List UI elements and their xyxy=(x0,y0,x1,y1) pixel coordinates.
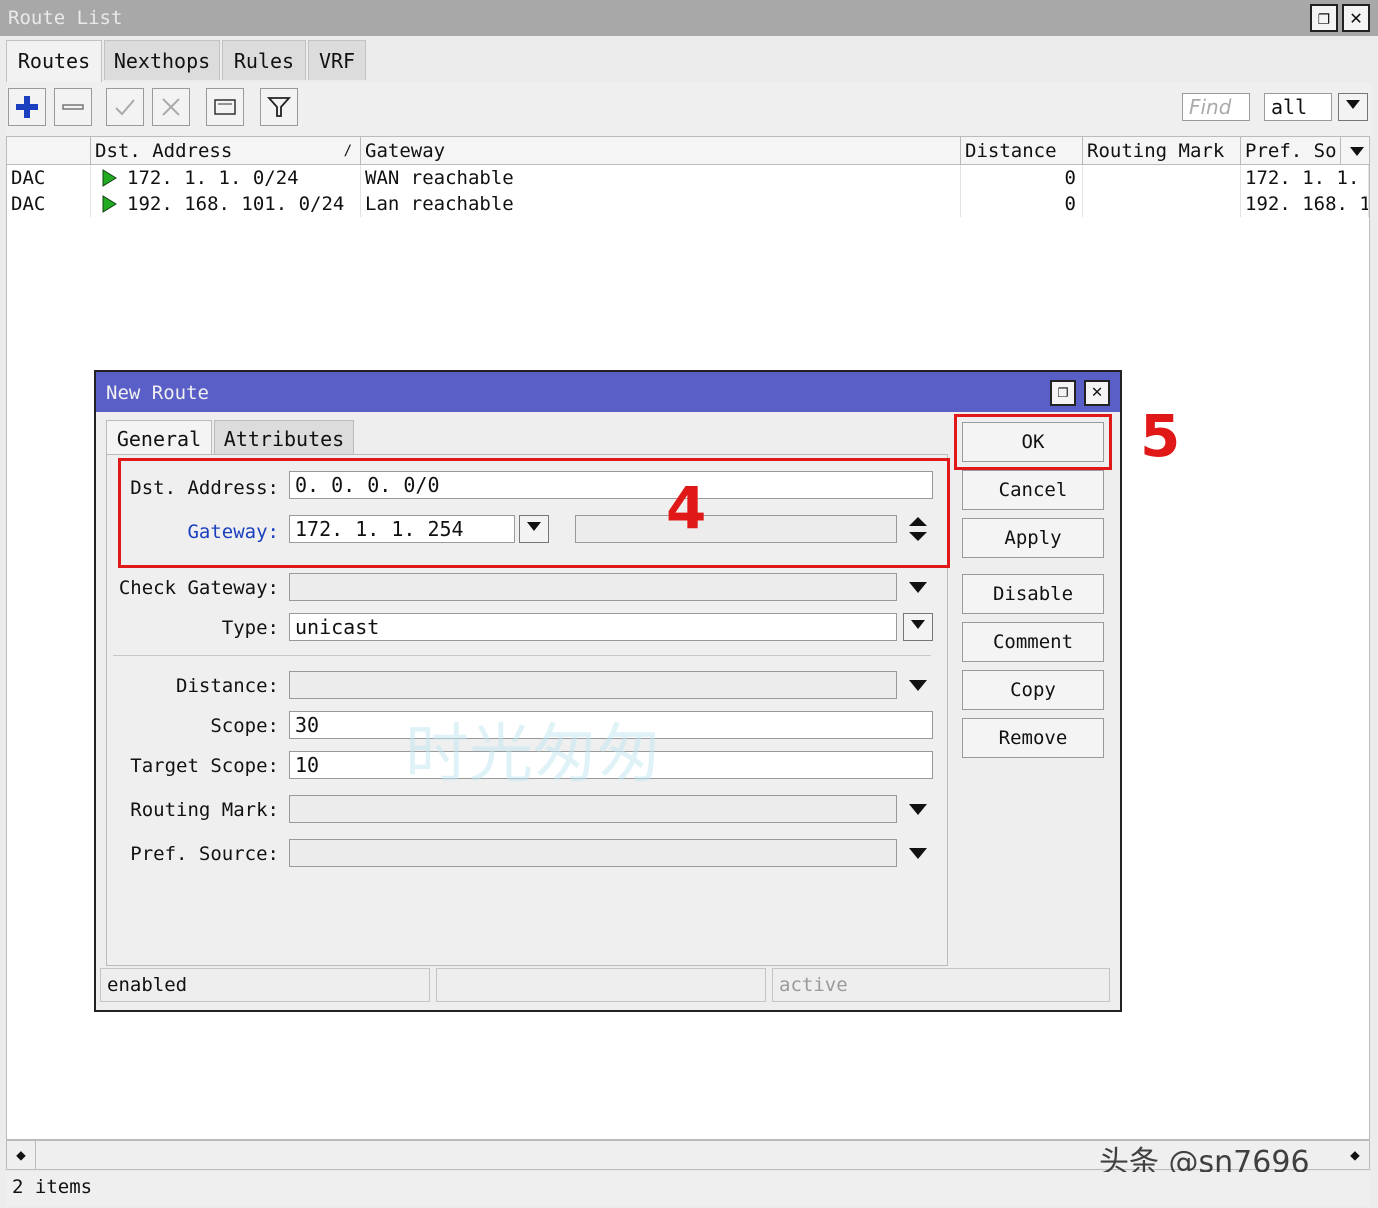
scroll-left-icon[interactable]: ◆ xyxy=(7,1141,36,1169)
scroll-right-icon[interactable]: ◆ xyxy=(1341,1141,1369,1169)
scope-input[interactable]: 30 xyxy=(289,711,933,739)
annotation-number-5: 5 xyxy=(1140,402,1181,470)
filter-select[interactable]: all xyxy=(1264,93,1332,121)
pref-source-label: Pref. Source: xyxy=(130,843,279,865)
close-icon[interactable]: ✕ xyxy=(1084,380,1110,406)
tab-general[interactable]: General xyxy=(106,420,212,458)
remove-button[interactable]: Remove xyxy=(962,718,1104,758)
tab-vrf[interactable]: VRF xyxy=(308,40,366,80)
items-count: 2 items xyxy=(12,1176,93,1198)
divider xyxy=(113,655,931,656)
active-route-icon xyxy=(102,169,117,187)
column-dst-address[interactable]: Dst. Address / xyxy=(91,137,361,165)
disable-button[interactable] xyxy=(152,88,190,126)
active-route-icon xyxy=(102,195,117,213)
table-row[interactable]: DAC 172. 1. 1. 0/24 WAN reachable 0 172.… xyxy=(7,165,1369,191)
type-select[interactable]: unicast xyxy=(289,613,897,641)
chevron-down-icon[interactable] xyxy=(909,848,927,859)
status-bar: 2 items xyxy=(6,1172,1370,1206)
columns-menu-button[interactable] xyxy=(1341,137,1369,165)
dialog-titlebar: New Route ❐ ✕ xyxy=(96,372,1120,412)
column-gateway[interactable]: Gateway xyxy=(361,137,961,165)
close-icon[interactable]: ✕ xyxy=(1342,4,1370,32)
filter-dropdown-button[interactable] xyxy=(1338,93,1368,121)
check-gateway-label: Check Gateway: xyxy=(118,577,279,599)
chevron-down-icon[interactable] xyxy=(909,582,927,593)
dialog-status-middle xyxy=(436,968,766,1002)
filter-button[interactable] xyxy=(260,88,298,126)
cross-icon xyxy=(162,98,180,116)
restore-icon[interactable]: ❐ xyxy=(1310,4,1338,32)
window-title: Route List xyxy=(8,7,123,29)
copy-button[interactable]: Copy xyxy=(962,670,1104,710)
comment-icon xyxy=(214,99,236,115)
type-label: Type: xyxy=(221,617,279,639)
disable-button[interactable]: Disable xyxy=(962,574,1104,614)
remove-button[interactable] xyxy=(54,88,92,126)
target-scope-input[interactable]: 10 xyxy=(289,751,933,779)
annotation-box-5 xyxy=(954,414,1112,470)
horizontal-scrollbar[interactable]: ◆ ◆ 头条 @sn7696 xyxy=(6,1140,1370,1180)
annotation-box-4 xyxy=(118,458,950,568)
routing-mark-select[interactable] xyxy=(289,795,897,823)
pref-source-select[interactable] xyxy=(289,839,897,867)
column-distance[interactable]: Distance xyxy=(961,137,1083,165)
column-pref-source[interactable]: Pref. So xyxy=(1241,137,1341,165)
comment-button[interactable] xyxy=(206,88,244,126)
plus-icon xyxy=(16,96,38,118)
distance-select[interactable] xyxy=(289,671,897,699)
chevron-down-icon xyxy=(1346,100,1360,109)
dialog-status-enabled: enabled xyxy=(100,968,430,1002)
apply-button[interactable]: Apply xyxy=(962,518,1104,558)
sort-icon: / xyxy=(343,143,352,159)
cancel-button[interactable]: Cancel xyxy=(962,470,1104,510)
column-routing-mark[interactable]: Routing Mark xyxy=(1083,137,1241,165)
tab-attributes[interactable]: Attributes xyxy=(214,420,354,456)
routing-mark-label: Routing Mark: xyxy=(130,799,279,821)
toolbar: Find all xyxy=(6,82,1372,136)
enable-button[interactable] xyxy=(106,88,144,126)
table-row[interactable]: DAC 192. 168. 101. 0/24 Lan reachable 0 … xyxy=(7,191,1369,217)
annotation-number-4: 4 xyxy=(666,474,707,542)
chevron-down-icon[interactable] xyxy=(909,680,927,691)
type-dropdown-button[interactable] xyxy=(903,613,933,641)
scope-label: Scope: xyxy=(210,715,279,737)
target-scope-label: Target Scope: xyxy=(130,755,279,777)
restore-icon[interactable]: ❐ xyxy=(1050,380,1076,406)
tab-nexthops[interactable]: Nexthops xyxy=(104,40,220,80)
tab-rules[interactable]: Rules xyxy=(222,40,306,80)
minus-icon xyxy=(62,104,84,110)
tab-routes[interactable]: Routes xyxy=(6,40,102,82)
find-input[interactable]: Find xyxy=(1182,93,1250,121)
chevron-down-icon[interactable] xyxy=(909,804,927,815)
filter-icon xyxy=(266,97,292,117)
chevron-down-icon xyxy=(911,620,925,629)
comment-button[interactable]: Comment xyxy=(962,622,1104,662)
column-flags[interactable] xyxy=(7,137,91,165)
distance-label: Distance: xyxy=(176,675,279,697)
chevron-down-icon xyxy=(1350,147,1364,156)
dialog-status-active: active xyxy=(772,968,1110,1002)
dialog-title: New Route xyxy=(106,382,209,404)
window-titlebar: Route List ❐ ✕ xyxy=(0,0,1378,36)
check-icon xyxy=(115,99,135,116)
check-gateway-select[interactable] xyxy=(289,573,897,601)
add-button[interactable] xyxy=(8,88,46,126)
new-route-dialog: New Route ❐ ✕ General Attributes Dst. Ad… xyxy=(94,370,1180,1012)
